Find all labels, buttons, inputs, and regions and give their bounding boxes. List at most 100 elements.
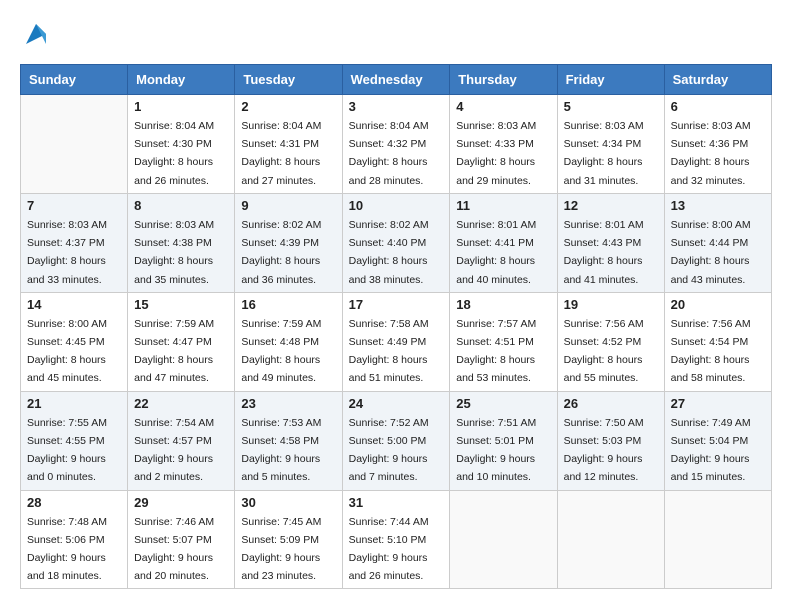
weekday-header-thursday: Thursday	[450, 65, 557, 95]
day-number: 6	[671, 99, 765, 114]
calendar-cell: 13 Sunrise: 8:00 AMSunset: 4:44 PMDayligh…	[664, 193, 771, 292]
day-info: Sunrise: 7:51 AMSunset: 5:01 PMDaylight:…	[456, 417, 536, 484]
calendar-week-5: 28 Sunrise: 7:48 AMSunset: 5:06 PMDayligh…	[21, 490, 772, 589]
day-number: 7	[27, 198, 121, 213]
calendar-cell: 1 Sunrise: 8:04 AMSunset: 4:30 PMDaylight…	[128, 95, 235, 194]
page-header	[20, 20, 772, 48]
calendar-cell	[664, 490, 771, 589]
weekday-header-wednesday: Wednesday	[342, 65, 450, 95]
day-number: 29	[134, 495, 228, 510]
day-number: 1	[134, 99, 228, 114]
day-info: Sunrise: 7:53 AMSunset: 4:58 PMDaylight:…	[241, 417, 321, 484]
calendar-cell: 3 Sunrise: 8:04 AMSunset: 4:32 PMDaylight…	[342, 95, 450, 194]
day-info: Sunrise: 8:04 AMSunset: 4:31 PMDaylight:…	[241, 120, 321, 187]
day-info: Sunrise: 7:46 AMSunset: 5:07 PMDaylight:…	[134, 516, 214, 583]
weekday-header-row: SundayMondayTuesdayWednesdayThursdayFrid…	[21, 65, 772, 95]
day-info: Sunrise: 7:50 AMSunset: 5:03 PMDaylight:…	[564, 417, 644, 484]
day-number: 20	[671, 297, 765, 312]
day-info: Sunrise: 7:56 AMSunset: 4:52 PMDaylight:…	[564, 318, 644, 385]
day-number: 10	[349, 198, 444, 213]
day-info: Sunrise: 7:44 AMSunset: 5:10 PMDaylight:…	[349, 516, 429, 583]
day-info: Sunrise: 7:52 AMSunset: 5:00 PMDaylight:…	[349, 417, 429, 484]
calendar-cell: 16 Sunrise: 7:59 AMSunset: 4:48 PMDayligh…	[235, 292, 342, 391]
calendar-cell: 26 Sunrise: 7:50 AMSunset: 5:03 PMDayligh…	[557, 391, 664, 490]
day-number: 19	[564, 297, 658, 312]
day-number: 13	[671, 198, 765, 213]
day-info: Sunrise: 7:54 AMSunset: 4:57 PMDaylight:…	[134, 417, 214, 484]
calendar-cell: 24 Sunrise: 7:52 AMSunset: 5:00 PMDayligh…	[342, 391, 450, 490]
day-info: Sunrise: 8:03 AMSunset: 4:38 PMDaylight:…	[134, 219, 214, 286]
calendar-cell: 9Sunrise: 8:02 AMSunset: 4:39 PMDaylight…	[235, 193, 342, 292]
day-number: 23	[241, 396, 335, 411]
day-number: 30	[241, 495, 335, 510]
calendar-cell: 21Sunrise: 7:55 AMSunset: 4:55 PMDayligh…	[21, 391, 128, 490]
day-info: Sunrise: 7:58 AMSunset: 4:49 PMDaylight:…	[349, 318, 429, 385]
day-number: 4	[456, 99, 550, 114]
weekday-header-monday: Monday	[128, 65, 235, 95]
calendar-table: SundayMondayTuesdayWednesdayThursdayFrid…	[20, 64, 772, 589]
calendar-cell: 30 Sunrise: 7:45 AMSunset: 5:09 PMDayligh…	[235, 490, 342, 589]
day-info: Sunrise: 8:01 AMSunset: 4:43 PMDaylight:…	[564, 219, 644, 286]
logo	[20, 20, 50, 48]
day-info: Sunrise: 7:57 AMSunset: 4:51 PMDaylight:…	[456, 318, 536, 385]
calendar-cell: 10 Sunrise: 8:02 AMSunset: 4:40 PMDayligh…	[342, 193, 450, 292]
day-number: 2	[241, 99, 335, 114]
day-info: Sunrise: 7:49 AMSunset: 5:04 PMDaylight:…	[671, 417, 751, 484]
calendar-cell	[557, 490, 664, 589]
logo-icon	[22, 20, 50, 48]
day-number: 21	[27, 396, 121, 411]
day-number: 8	[134, 198, 228, 213]
day-number: 31	[349, 495, 444, 510]
day-info: Sunrise: 8:02 AMSunset: 4:40 PMDaylight:…	[349, 219, 429, 286]
calendar-week-4: 21Sunrise: 7:55 AMSunset: 4:55 PMDayligh…	[21, 391, 772, 490]
calendar-cell: 14Sunrise: 8:00 AMSunset: 4:45 PMDayligh…	[21, 292, 128, 391]
weekday-header-sunday: Sunday	[21, 65, 128, 95]
day-info: Sunrise: 7:59 AMSunset: 4:48 PMDaylight:…	[241, 318, 321, 385]
day-info: Sunrise: 8:03 AMSunset: 4:33 PMDaylight:…	[456, 120, 536, 187]
calendar-cell: 25 Sunrise: 7:51 AMSunset: 5:01 PMDayligh…	[450, 391, 557, 490]
day-number: 25	[456, 396, 550, 411]
calendar-cell: 12 Sunrise: 8:01 AMSunset: 4:43 PMDayligh…	[557, 193, 664, 292]
calendar-week-3: 14Sunrise: 8:00 AMSunset: 4:45 PMDayligh…	[21, 292, 772, 391]
day-info: Sunrise: 8:03 AMSunset: 4:37 PMDaylight:…	[27, 219, 107, 286]
day-number: 11	[456, 198, 550, 213]
calendar-cell: 17Sunrise: 7:58 AMSunset: 4:49 PMDayligh…	[342, 292, 450, 391]
day-info: Sunrise: 7:56 AMSunset: 4:54 PMDaylight:…	[671, 318, 751, 385]
day-number: 24	[349, 396, 444, 411]
day-info: Sunrise: 8:02 AMSunset: 4:39 PMDaylight:…	[241, 219, 321, 286]
day-info: Sunrise: 7:45 AMSunset: 5:09 PMDaylight:…	[241, 516, 321, 583]
day-number: 14	[27, 297, 121, 312]
day-number: 15	[134, 297, 228, 312]
day-number: 5	[564, 99, 658, 114]
day-number: 16	[241, 297, 335, 312]
day-number: 22	[134, 396, 228, 411]
calendar-cell: 7 Sunrise: 8:03 AMSunset: 4:37 PMDaylight…	[21, 193, 128, 292]
calendar-cell: 2 Sunrise: 8:04 AMSunset: 4:31 PMDaylight…	[235, 95, 342, 194]
calendar-cell: 6 Sunrise: 8:03 AMSunset: 4:36 PMDaylight…	[664, 95, 771, 194]
day-info: Sunrise: 7:59 AMSunset: 4:47 PMDaylight:…	[134, 318, 214, 385]
day-info: Sunrise: 8:03 AMSunset: 4:34 PMDaylight:…	[564, 120, 644, 187]
calendar-week-2: 7 Sunrise: 8:03 AMSunset: 4:37 PMDaylight…	[21, 193, 772, 292]
day-info: Sunrise: 8:01 AMSunset: 4:41 PMDaylight:…	[456, 219, 536, 286]
calendar-cell: 19 Sunrise: 7:56 AMSunset: 4:52 PMDayligh…	[557, 292, 664, 391]
day-number: 12	[564, 198, 658, 213]
calendar-cell: 8 Sunrise: 8:03 AMSunset: 4:38 PMDaylight…	[128, 193, 235, 292]
calendar-cell: 31 Sunrise: 7:44 AMSunset: 5:10 PMDayligh…	[342, 490, 450, 589]
calendar-cell: 18 Sunrise: 7:57 AMSunset: 4:51 PMDayligh…	[450, 292, 557, 391]
calendar-cell: 20 Sunrise: 7:56 AMSunset: 4:54 PMDayligh…	[664, 292, 771, 391]
day-info: Sunrise: 8:03 AMSunset: 4:36 PMDaylight:…	[671, 120, 751, 187]
weekday-header-saturday: Saturday	[664, 65, 771, 95]
day-number: 28	[27, 495, 121, 510]
day-info: Sunrise: 8:00 AMSunset: 4:44 PMDaylight:…	[671, 219, 751, 286]
day-number: 3	[349, 99, 444, 114]
weekday-header-tuesday: Tuesday	[235, 65, 342, 95]
day-info: Sunrise: 8:04 AMSunset: 4:32 PMDaylight:…	[349, 120, 429, 187]
calendar-week-1: 1 Sunrise: 8:04 AMSunset: 4:30 PMDaylight…	[21, 95, 772, 194]
day-number: 26	[564, 396, 658, 411]
day-info: Sunrise: 8:04 AMSunset: 4:30 PMDaylight:…	[134, 120, 214, 187]
calendar-cell: 23 Sunrise: 7:53 AMSunset: 4:58 PMDayligh…	[235, 391, 342, 490]
calendar-cell: 27Sunrise: 7:49 AMSunset: 5:04 PMDayligh…	[664, 391, 771, 490]
day-number: 18	[456, 297, 550, 312]
calendar-cell: 15 Sunrise: 7:59 AMSunset: 4:47 PMDayligh…	[128, 292, 235, 391]
day-info: Sunrise: 7:48 AMSunset: 5:06 PMDaylight:…	[27, 516, 107, 583]
